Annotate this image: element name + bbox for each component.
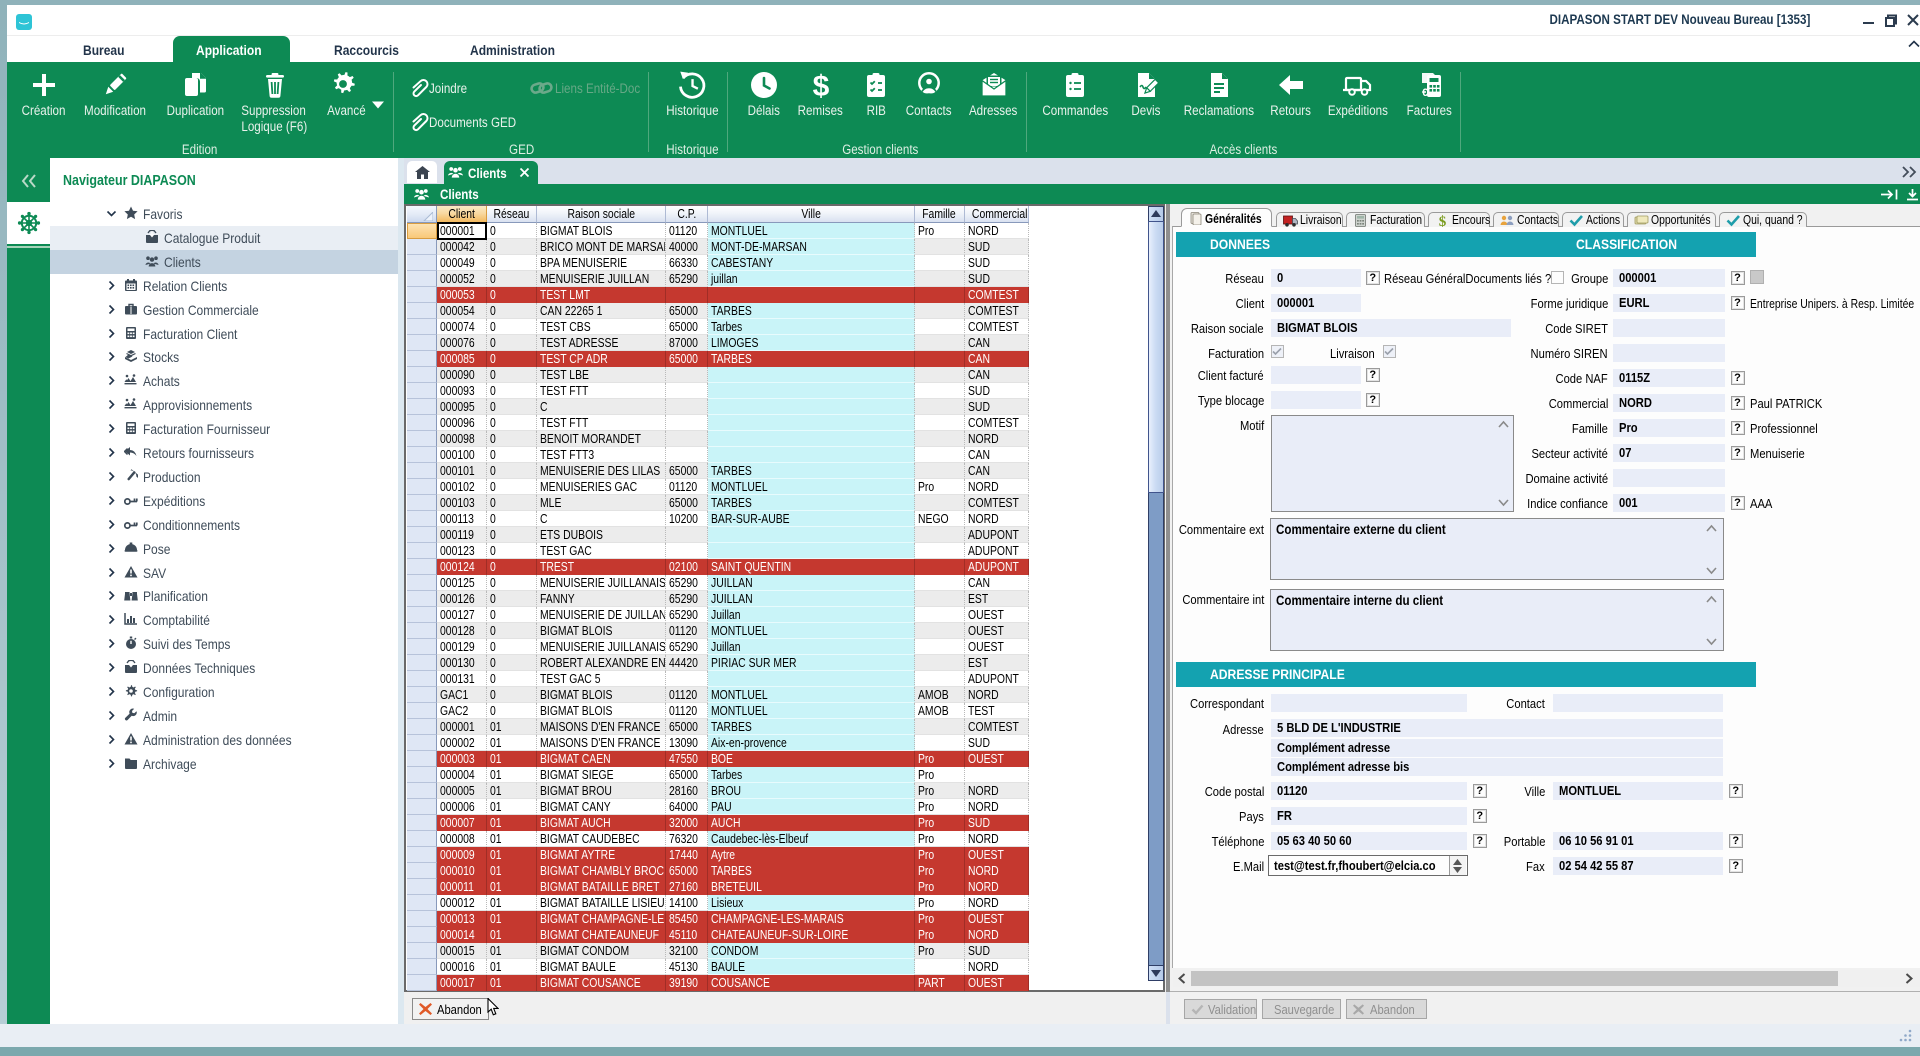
svg-text:$: $ xyxy=(812,70,829,100)
svg-text:$: $ xyxy=(1439,214,1447,227)
svg-text:€: € xyxy=(1422,87,1428,99)
